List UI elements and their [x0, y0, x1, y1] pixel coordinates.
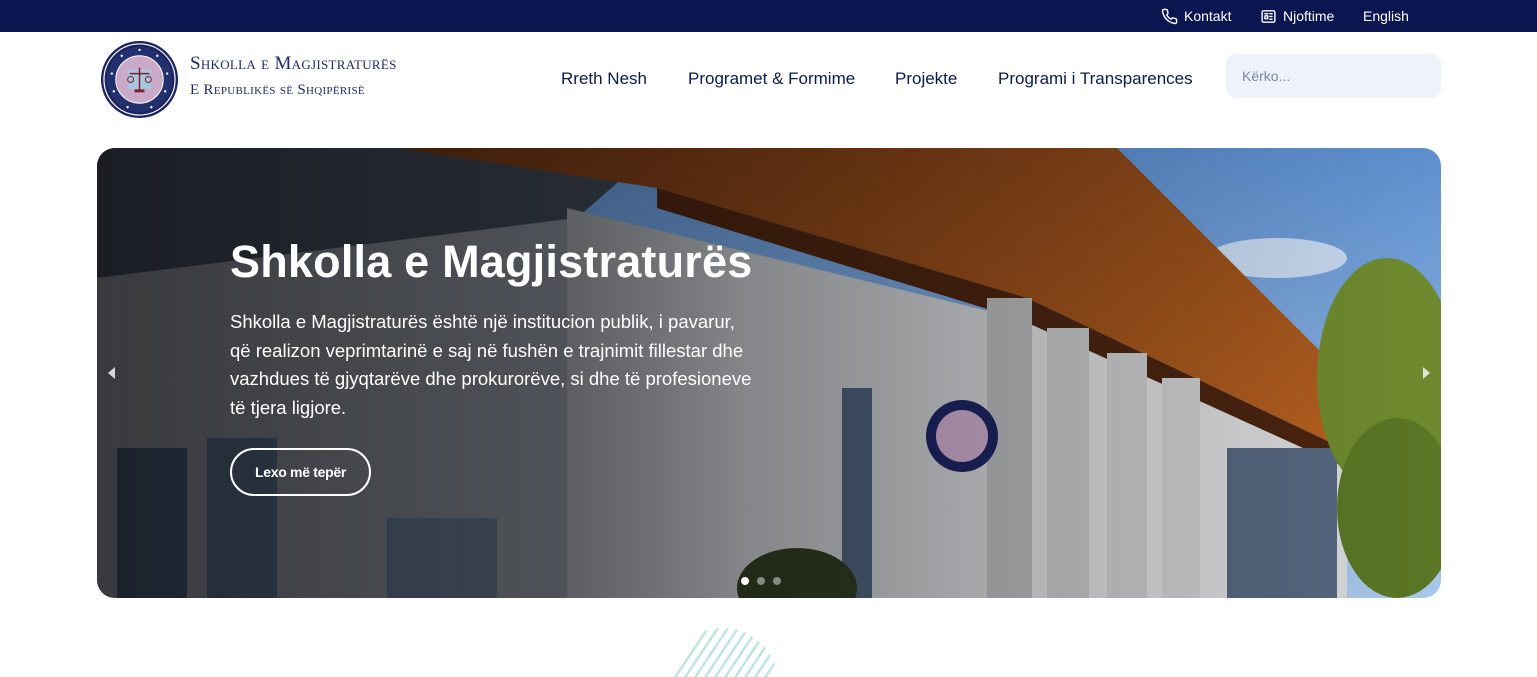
english-language-link[interactable]: English	[1363, 0, 1409, 32]
njoftime-label: Njoftime	[1283, 8, 1335, 24]
read-more-button[interactable]: Lexo më tepër	[230, 448, 371, 496]
hero-description: Shkolla e Magjistraturës është një insti…	[230, 311, 752, 418]
school-seal-logo[interactable]	[100, 40, 179, 119]
kontakt-label: Kontakt	[1184, 8, 1232, 24]
hero-title: Shkolla e Magjistraturës	[230, 236, 753, 287]
search-input[interactable]	[1226, 54, 1441, 98]
slider-dot[interactable]	[757, 577, 765, 585]
newspaper-icon	[1261, 9, 1276, 23]
njoftime-link[interactable]: Njoftime	[1260, 0, 1334, 32]
hero-slider: Shkolla e Magjistraturës Shkolla e Magji…	[97, 148, 1441, 598]
slider-dot-active[interactable]	[741, 577, 749, 585]
nav-projekte[interactable]: Projekte	[895, 69, 957, 89]
brand-subtitle[interactable]: E Republikës së Shqipërisë	[190, 82, 365, 99]
chevron-left-icon[interactable]	[105, 366, 119, 380]
slider-dots	[741, 577, 781, 585]
brand-title[interactable]: Shkolla e Magjistraturës	[190, 53, 397, 75]
nav-programet-formime[interactable]: Programet & Formime	[688, 69, 855, 89]
kontakt-link[interactable]: Kontakt	[1161, 0, 1231, 32]
nav-rreth-nesh[interactable]: Rreth Nesh	[561, 69, 647, 89]
chevron-right-icon[interactable]	[1419, 366, 1433, 380]
phone-icon	[1161, 8, 1178, 24]
top-bar: Kontakt Njoftime English	[0, 0, 1537, 32]
striped-decoration-icon	[668, 628, 778, 677]
nav-programi-transparences[interactable]: Programi i Transparences	[998, 69, 1193, 89]
slider-dot[interactable]	[773, 577, 781, 585]
